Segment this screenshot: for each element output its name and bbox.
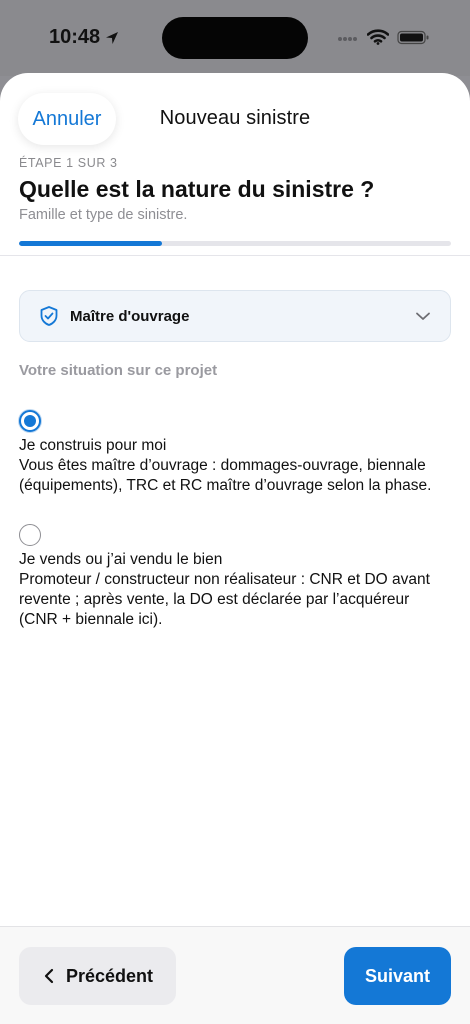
footer-bar: Précédent Suivant bbox=[0, 926, 470, 1024]
role-select-value: Maître d'ouvrage bbox=[70, 307, 190, 325]
status-time: 10:48 bbox=[49, 26, 120, 49]
nav-title: Nouveau sinistre bbox=[159, 107, 311, 129]
previous-label: Précédent bbox=[65, 965, 154, 986]
battery-icon bbox=[397, 30, 429, 44]
radio-selected-icon[interactable] bbox=[19, 410, 41, 432]
next-button[interactable]: Suivant bbox=[344, 947, 451, 1005]
next-label: Suivant bbox=[364, 965, 430, 986]
dynamic-island bbox=[162, 17, 308, 59]
option-title: Je construis pour moi bbox=[19, 437, 167, 454]
chevron-left-icon bbox=[44, 968, 54, 984]
status-bar: 10:48 bbox=[0, 0, 470, 76]
option-sell-property[interactable]: Je vends ou j’ai vendu le bien Promoteur… bbox=[19, 524, 451, 630]
progress-fill bbox=[19, 241, 162, 246]
location-arrow-icon bbox=[106, 31, 119, 44]
signal-icon bbox=[338, 37, 357, 41]
page-subtitle: Famille et type de sinistre. bbox=[19, 207, 188, 223]
option-description: Promoteur / constructeur non réalisateur… bbox=[19, 571, 430, 628]
option-description: Vous êtes maître d’ouvrage : dommages-ou… bbox=[19, 457, 432, 494]
option-build-for-self[interactable]: Je construis pour moi Vous êtes maître d… bbox=[19, 410, 451, 496]
radio-unselected-icon[interactable] bbox=[19, 524, 41, 546]
status-icons bbox=[337, 29, 429, 45]
situation-label: Votre situation sur ce projet bbox=[19, 362, 218, 379]
page-title: Quelle est la nature du sinistre ? bbox=[19, 176, 375, 202]
chevron-down-icon bbox=[414, 307, 432, 325]
status-time-text: 10:48 bbox=[49, 26, 101, 48]
step-label: ÉTAPE 1 SUR 3 bbox=[19, 156, 118, 170]
divider bbox=[0, 255, 470, 256]
nav-bar: Annuler Nouveau sinistre bbox=[0, 73, 470, 153]
progress-bar bbox=[19, 241, 451, 246]
wifi-icon bbox=[367, 29, 389, 45]
previous-button[interactable]: Précédent bbox=[19, 947, 176, 1005]
option-title: Je vends ou j’ai vendu le bien bbox=[19, 551, 223, 568]
role-select[interactable]: Maître d'ouvrage bbox=[19, 290, 451, 342]
modal-sheet: Annuler Nouveau sinistre ÉTAPE 1 SUR 3 Q… bbox=[0, 73, 470, 1024]
shield-check-icon bbox=[38, 305, 60, 327]
